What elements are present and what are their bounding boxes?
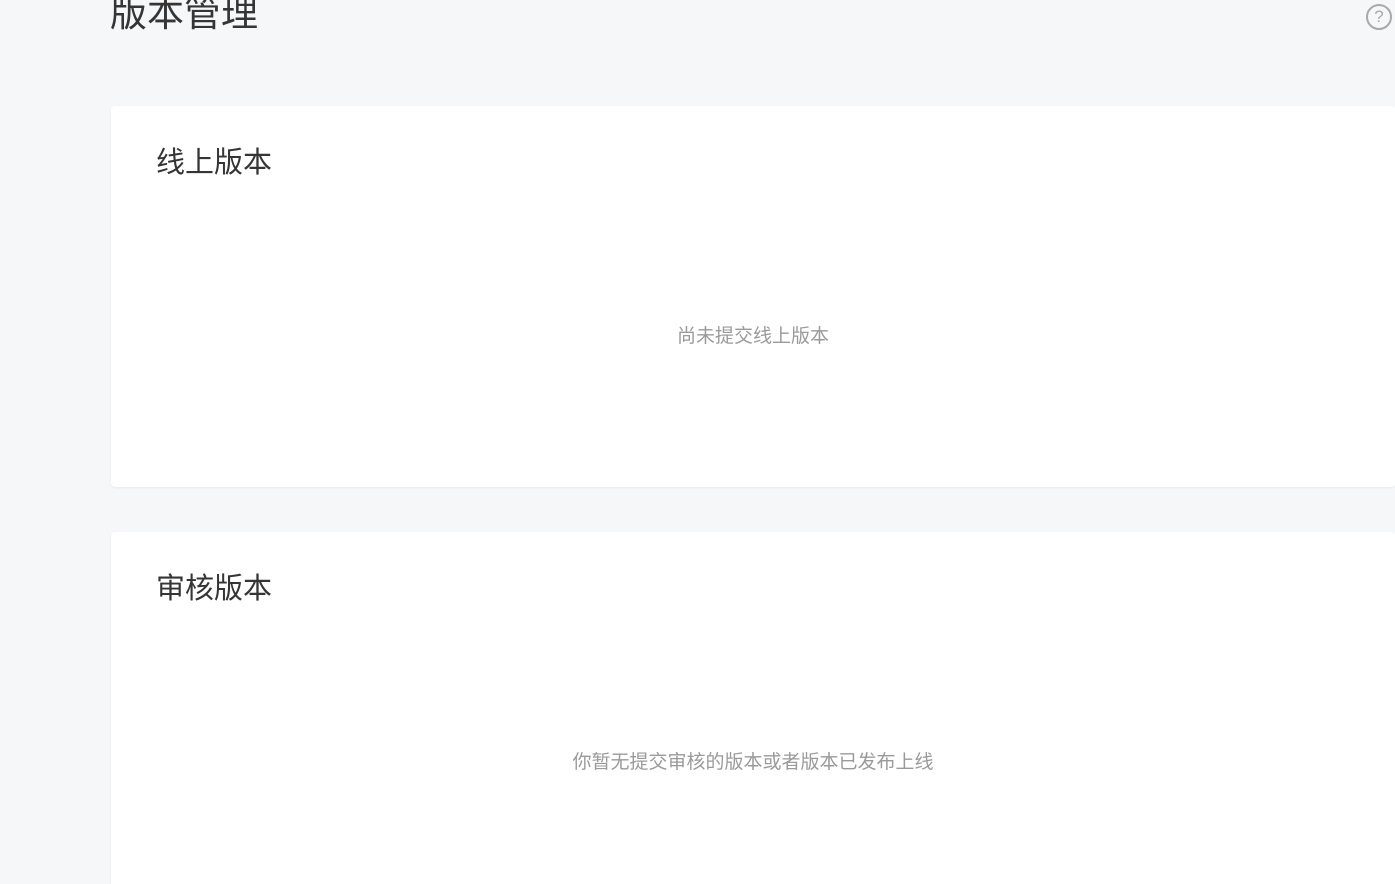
page-title: 版本管理 xyxy=(110,0,258,35)
help-icon[interactable]: ? xyxy=(1366,4,1392,30)
review-version-empty-text: 你暂无提交审核的版本或者版本已发布上线 xyxy=(572,751,934,773)
online-version-card: 线上版本 尚未提交线上版本 xyxy=(111,106,1395,487)
online-version-title: 线上版本 xyxy=(156,145,273,179)
review-version-card: 审核版本 你暂无提交审核的版本或者版本已发布上线 xyxy=(111,532,1395,884)
online-version-empty-text: 尚未提交线上版本 xyxy=(676,325,829,347)
review-version-title: 审核版本 xyxy=(156,571,273,605)
version-management-page: 版本管理 ? 线上版本 尚未提交线上版本 审核版本 你暂无提交审核的版本或者版本… xyxy=(0,0,1395,884)
